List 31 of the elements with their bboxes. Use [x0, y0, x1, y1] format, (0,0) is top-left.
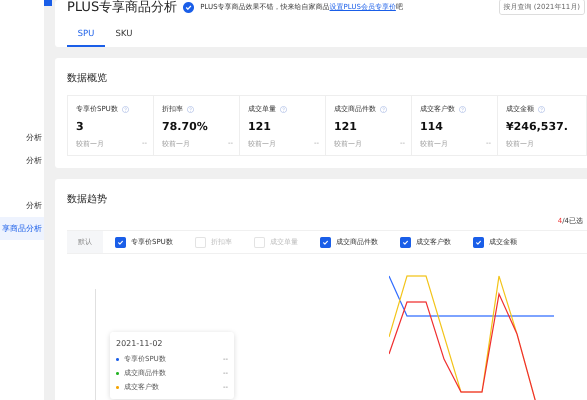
page-title: PLUS专享商品分析	[67, 0, 178, 16]
metric-value: ¥246,537.	[506, 120, 569, 133]
help-icon[interactable]	[122, 106, 129, 112]
tab[interactable]: SPU	[67, 24, 105, 47]
tooltip-date: 2021-11-02	[116, 339, 164, 348]
help-icon[interactable]	[280, 106, 287, 112]
check-icon	[402, 238, 409, 246]
checkbox[interactable]	[320, 236, 331, 248]
metric-value: 121	[334, 120, 358, 133]
metric-value: 3	[76, 120, 85, 133]
section-title: 数据概览	[67, 72, 108, 86]
check-icon	[474, 238, 482, 246]
metric-value: 78.70%	[162, 120, 209, 133]
help-icon[interactable]	[380, 106, 387, 112]
check-icon	[322, 238, 329, 246]
help-icon[interactable]	[459, 106, 466, 112]
help-icon[interactable]	[538, 106, 545, 112]
metric-value: 114	[420, 120, 444, 133]
section-title: 数据趋势	[67, 192, 108, 207]
active-indicator	[44, 0, 52, 6]
sidebar-item[interactable]: 分析	[0, 149, 44, 172]
metric-value: 121	[248, 120, 272, 133]
checkbox[interactable]	[400, 236, 411, 248]
checkbox[interactable]	[115, 236, 126, 248]
check-icon	[117, 238, 124, 246]
sidebar-item[interactable]: 享商品分析	[0, 217, 44, 240]
checkbox[interactable]	[472, 236, 484, 248]
help-icon[interactable]	[187, 106, 194, 112]
sidebar-item[interactable]: 分析	[0, 126, 44, 149]
tab[interactable]: SKU	[105, 24, 143, 47]
sidebar-item[interactable]: 分析	[0, 194, 44, 217]
